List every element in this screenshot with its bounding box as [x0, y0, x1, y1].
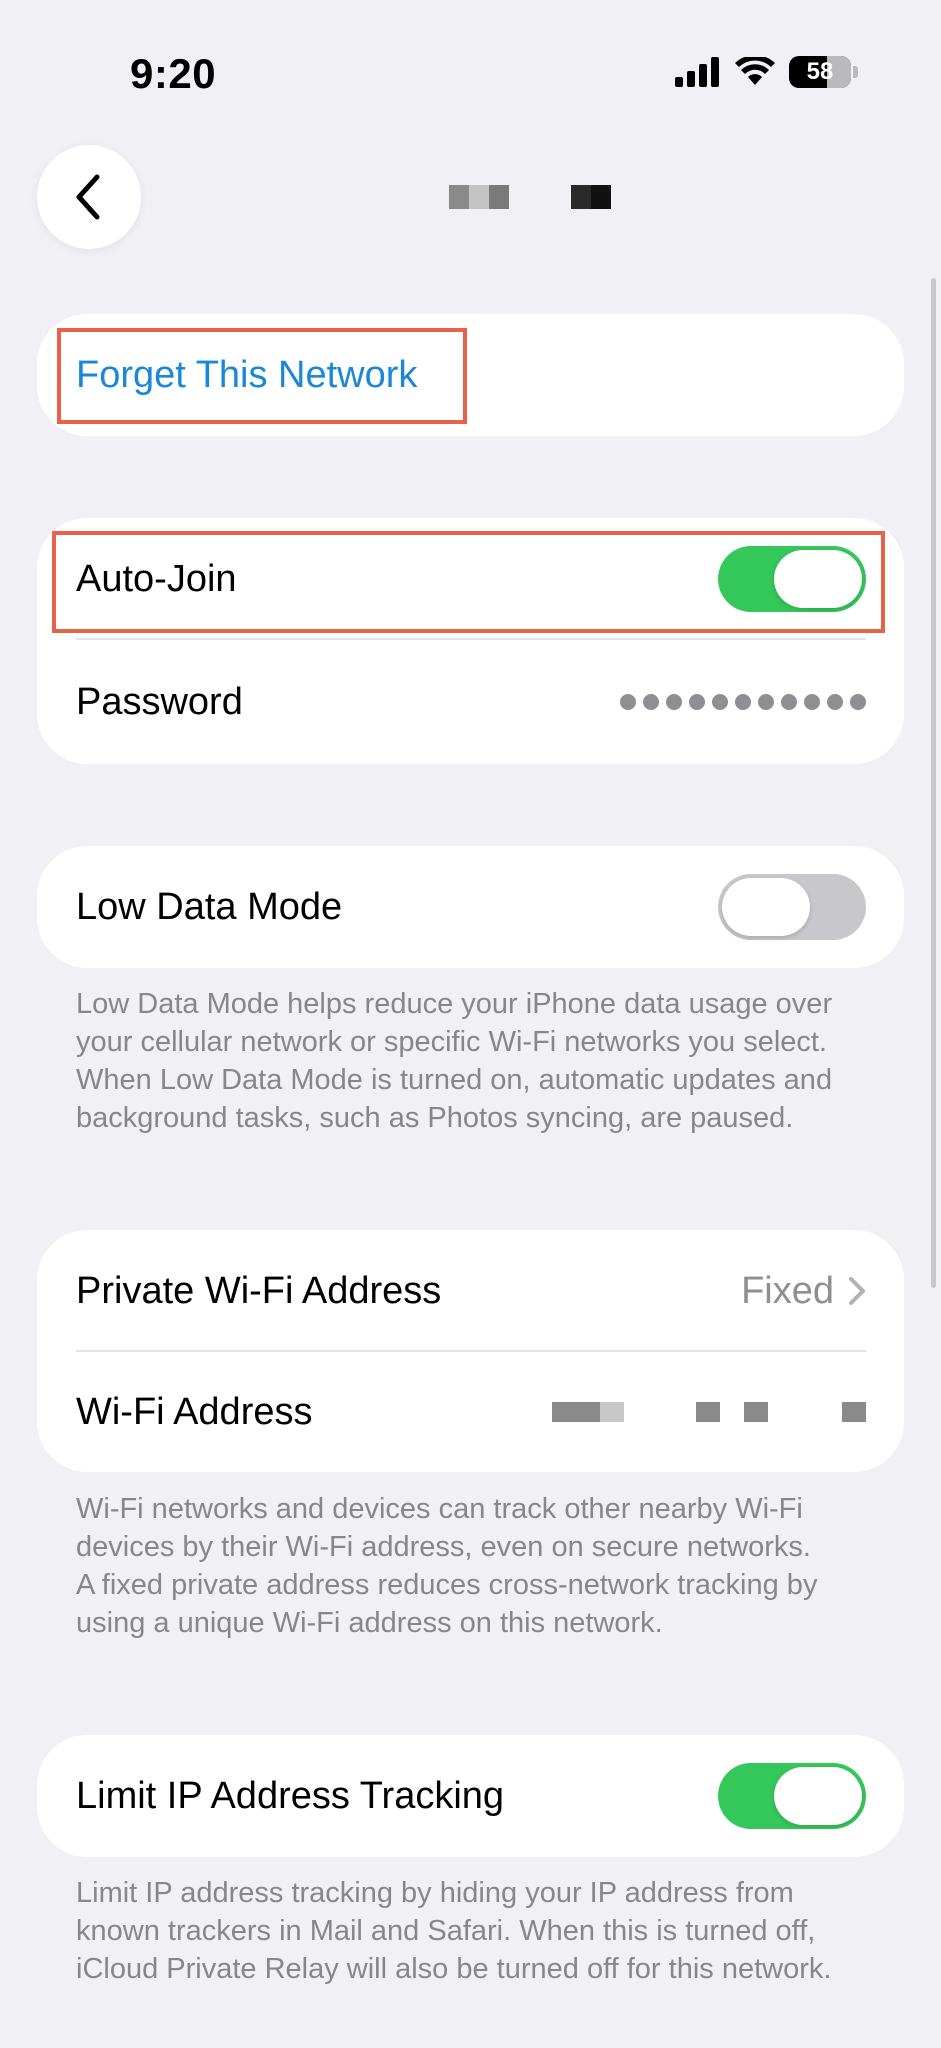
chevron-right-icon [849, 1277, 865, 1305]
battery-icon: 58 [789, 56, 851, 88]
status-time: 9:20 [130, 50, 217, 97]
forget-network-card: Forget This Network [37, 314, 904, 436]
highlight-box [52, 531, 885, 633]
password-row[interactable]: Password [76, 640, 866, 764]
limit-ip-footnote: Limit IP address tracking by hiding your… [76, 1877, 832, 1985]
redacted-block [571, 185, 611, 209]
low-data-footnote: Low Data Mode helps reduce your iPhone d… [76, 988, 833, 1134]
private-address-label: Private Wi-Fi Address [76, 1269, 442, 1312]
limit-ip-card: Limit IP Address Tracking [37, 1735, 904, 1857]
wifi-address-card: Private Wi-Fi Address Fixed Wi-Fi Addres… [37, 1230, 904, 1472]
password-dots [620, 694, 866, 710]
private-address-value: Fixed [741, 1269, 834, 1312]
password-label: Password [76, 680, 243, 723]
wifi-address-row: Wi-Fi Address [76, 1352, 866, 1472]
cellular-signal-icon [675, 57, 719, 87]
status-icons: 58 [675, 56, 858, 88]
wifi-address-label: Wi-Fi Address [76, 1390, 313, 1433]
battery-tip [853, 66, 858, 78]
low-data-label: Low Data Mode [76, 885, 343, 928]
forget-network-button[interactable]: Forget This Network [76, 354, 417, 397]
chevron-left-icon [76, 174, 100, 220]
wifi-icon [735, 57, 775, 85]
redacted-block [449, 185, 509, 209]
scrollbar[interactable] [931, 278, 936, 1288]
wifi-address-footnote-2: A fixed private address reduces cross-ne… [76, 1569, 818, 1639]
low-data-toggle[interactable] [718, 874, 866, 940]
limit-ip-label: Limit IP Address Tracking [76, 1774, 505, 1817]
battery-level: 58 [806, 58, 834, 85]
wifi-address-footnote: Wi-Fi networks and devices can track oth… [76, 1490, 876, 1642]
low-data-card: Low Data Mode [37, 846, 904, 968]
back-button[interactable] [37, 145, 141, 249]
wifi-address-footnote-1: Wi-Fi networks and devices can track oth… [76, 1493, 811, 1563]
limit-ip-toggle[interactable] [718, 1763, 866, 1829]
network-name-redacted [449, 185, 611, 209]
wifi-address-redacted [552, 1402, 866, 1422]
private-address-row[interactable]: Private Wi-Fi Address Fixed [76, 1230, 866, 1352]
